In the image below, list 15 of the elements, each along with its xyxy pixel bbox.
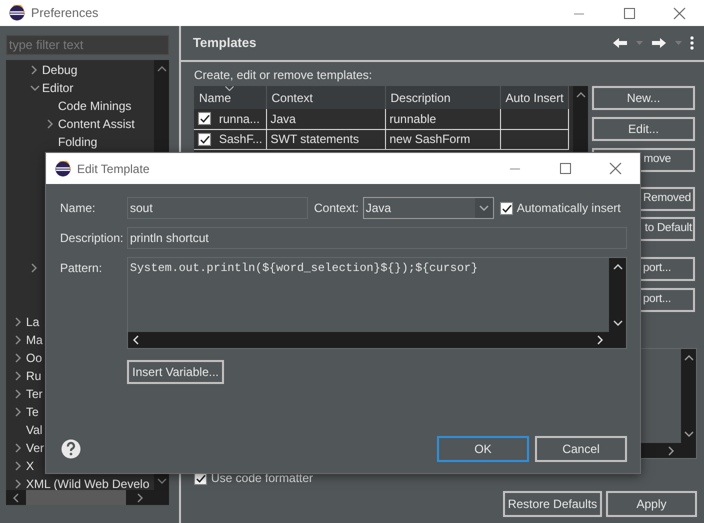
table-cell: SWT statements [266, 129, 385, 149]
field-label: Name: [60, 200, 96, 217]
template-name: runna... [219, 112, 260, 126]
field-label: Context: [314, 200, 359, 217]
dialog-title: Edit Template [77, 160, 150, 178]
checkbox-label: Use code formatter [211, 470, 314, 487]
field-label: Description: [60, 230, 124, 247]
template-name: SashF... [219, 132, 262, 146]
table-cell: new SashForm [385, 129, 500, 149]
description-text: Create, edit or remove templates: [194, 67, 374, 84]
page-title: Templates [193, 34, 258, 52]
window-title: Preferences [31, 4, 100, 22]
table-cell: Java [266, 109, 385, 129]
field-label: Pattern: [60, 260, 104, 277]
table-cell: runnable [385, 109, 500, 129]
